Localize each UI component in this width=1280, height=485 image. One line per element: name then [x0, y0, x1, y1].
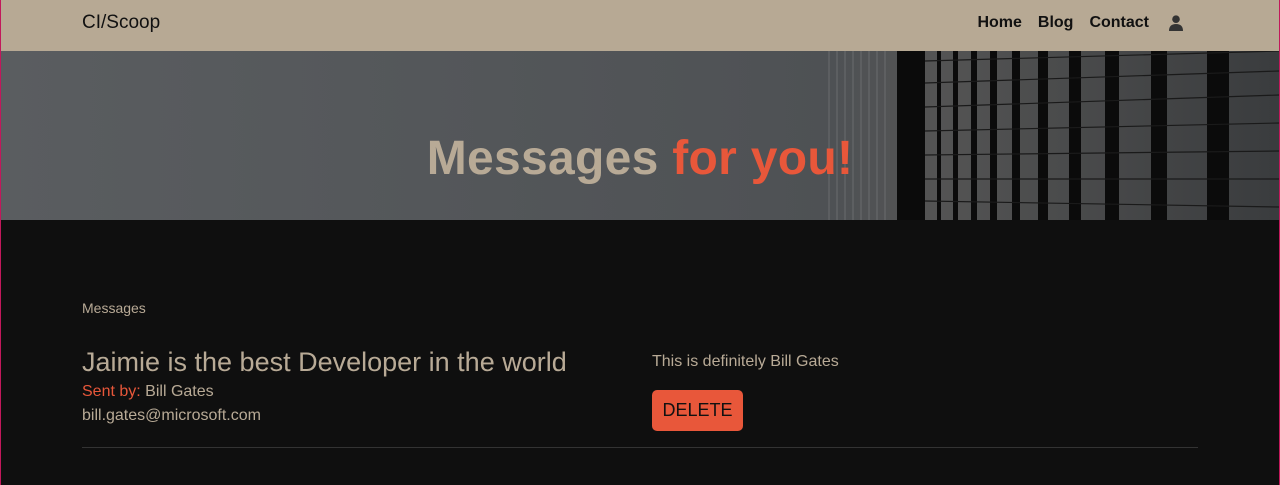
brand-logo-link[interactable]: CI/Scoop: [82, 12, 160, 34]
section-label: Messages: [82, 300, 146, 316]
sent-by-label: Sent by:: [82, 383, 141, 400]
navbar: CI/Scoop Home Blog Contact: [1, 0, 1279, 51]
message-sender: Sent by: Bill Gates: [82, 383, 214, 401]
message-subject: Jaimie is the best Developer in the worl…: [82, 347, 567, 377]
message-divider: [82, 447, 1198, 448]
user-icon[interactable]: [1169, 14, 1185, 32]
hero-title-main: Messages: [426, 132, 659, 186]
nav-link-blog[interactable]: Blog: [1038, 14, 1074, 32]
nav-link-home[interactable]: Home: [977, 14, 1021, 32]
message-body: This is definitely Bill Gates: [652, 353, 839, 370]
delete-button[interactable]: DELETE: [652, 390, 743, 431]
sender-name: Bill Gates: [145, 383, 214, 400]
hero-title-accent: for you!: [672, 132, 854, 186]
hero-banner: Messages for you!: [1, 51, 1279, 220]
nav-links: Home Blog Contact: [977, 0, 1185, 45]
sender-email: bill.gates@microsoft.com: [82, 407, 261, 424]
hero-title: Messages for you!: [1, 131, 1279, 186]
nav-link-contact[interactable]: Contact: [1089, 14, 1149, 32]
